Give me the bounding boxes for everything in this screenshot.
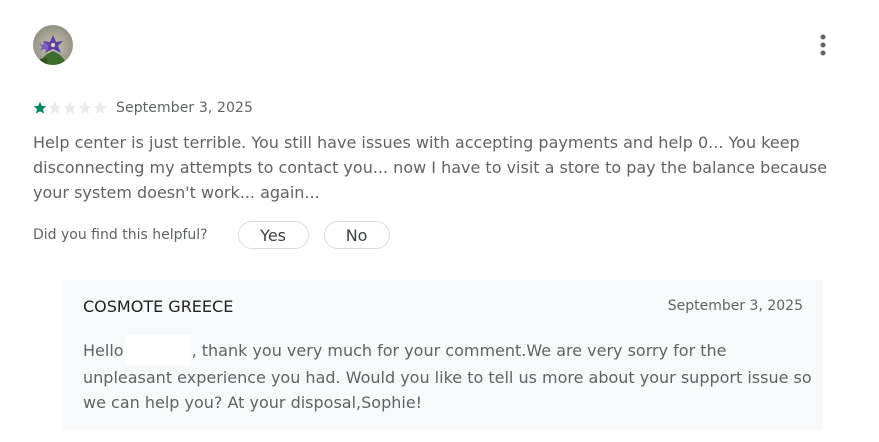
reply-body: , thank you very much for your comment.W… bbox=[83, 341, 812, 412]
more-options-button[interactable] bbox=[808, 29, 838, 61]
star-empty-icon bbox=[63, 101, 77, 114]
reply-author: COSMOTE GREECE bbox=[83, 297, 234, 316]
reply-text: Hello, thank you very much for your comm… bbox=[83, 335, 813, 415]
developer-reply: COSMOTE GREECE September 3, 2025 Hello, … bbox=[63, 280, 823, 430]
star-empty-icon bbox=[93, 101, 107, 114]
star-rating bbox=[33, 101, 107, 115]
purple-flower-icon bbox=[33, 25, 73, 65]
redacted-name bbox=[124, 335, 191, 365]
reply-date: September 3, 2025 bbox=[667, 298, 803, 314]
review-text: Help center is just terrible. You still … bbox=[33, 133, 828, 202]
helpful-question: Did you find this helpful? bbox=[33, 227, 208, 243]
star-filled-icon bbox=[33, 101, 47, 114]
star-empty-icon bbox=[78, 101, 92, 114]
helpful-no-button[interactable]: No bbox=[323, 221, 390, 249]
rating-row: September 3, 2025 bbox=[33, 96, 253, 120]
review-date: September 3, 2025 bbox=[116, 100, 253, 116]
more-vert-icon bbox=[820, 34, 826, 56]
helpful-yes-button[interactable]: Yes bbox=[237, 221, 309, 249]
helpful-feedback: Did you find this helpful? Yes No bbox=[33, 220, 390, 250]
star-empty-icon bbox=[48, 101, 62, 114]
reply-greeting: Hello bbox=[83, 341, 124, 360]
reviewer-avatar bbox=[33, 25, 73, 65]
